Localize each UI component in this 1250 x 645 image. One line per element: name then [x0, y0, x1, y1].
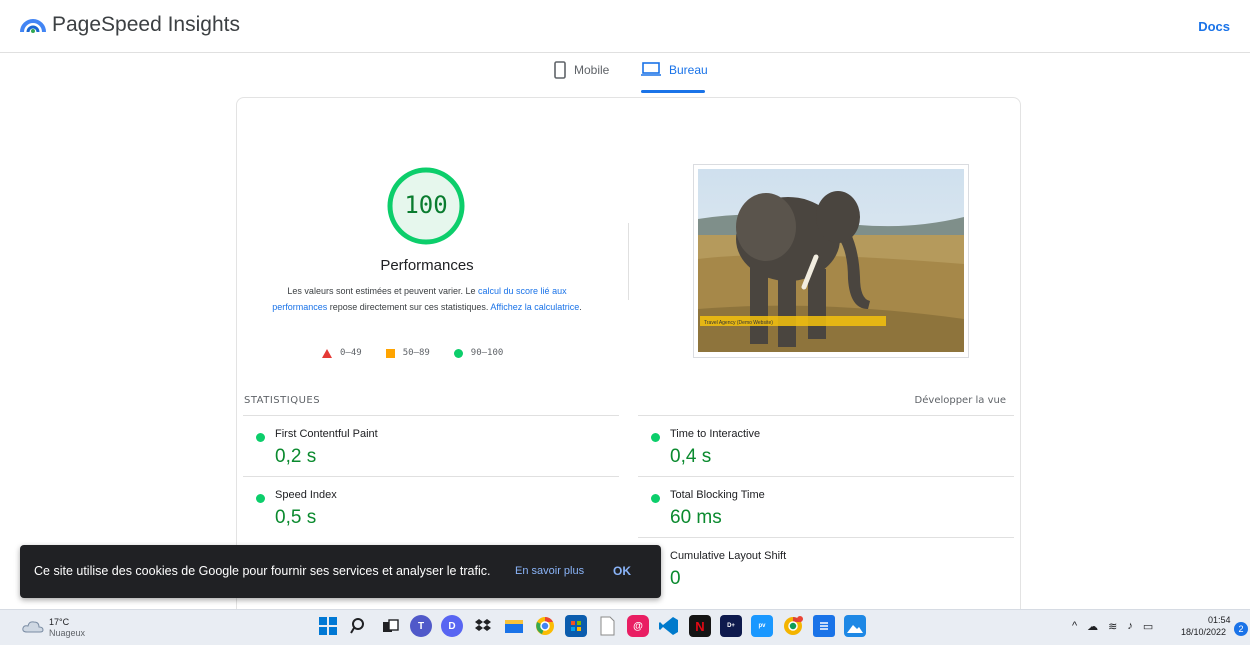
metric-tbt: Total Blocking Time 60 ms [638, 476, 1014, 537]
legend-fail-range: 0–49 [340, 348, 362, 358]
store-icon[interactable] [565, 615, 587, 637]
desc-text-end: . [579, 302, 582, 312]
cookie-banner: Ce site utilise des cookies de Google po… [20, 545, 661, 598]
expand-view-toggle[interactable]: Développer la vue [915, 395, 1006, 406]
wifi-icon[interactable]: ≋ [1108, 620, 1117, 633]
performance-description: Les valeurs sont estimées et peuvent var… [269, 283, 585, 315]
performance-score: 100 [404, 191, 448, 219]
desc-text-2: repose directement sur ces statistiques. [327, 302, 491, 312]
cloud-icon[interactable] [22, 619, 44, 633]
laptop-icon [641, 62, 661, 76]
score-legend: 0–49 50–89 90–100 [322, 348, 503, 358]
taskbar-apps: T D @ N D+ pv [317, 615, 866, 637]
vscode-icon[interactable] [658, 615, 680, 637]
top-bar: PageSpeed Insights Docs [0, 0, 1250, 53]
metric-speed-index: Speed Index 0,5 s [243, 476, 619, 537]
photos-icon[interactable] [844, 615, 866, 637]
battery-icon[interactable]: ▭ [1143, 620, 1153, 633]
desc-text-1: Les valeurs sont estimées et peuvent var… [287, 286, 479, 296]
metric-label: Speed Index [275, 489, 337, 501]
square-icon [385, 348, 395, 358]
search-icon[interactable] [348, 615, 370, 637]
pass-dot-icon [256, 494, 265, 503]
disney-plus-icon[interactable]: D+ [720, 615, 742, 637]
teams-icon[interactable]: T [410, 615, 432, 637]
metric-label: First Contentful Paint [275, 428, 378, 440]
notepad-icon[interactable] [596, 615, 618, 637]
metric-label: Total Blocking Time [670, 489, 765, 501]
file-explorer-icon[interactable] [503, 615, 525, 637]
cookie-ok-button[interactable]: OK [613, 564, 631, 578]
chrome-icon[interactable] [534, 615, 556, 637]
report-card: 100 Performances Les valeurs sont estimé… [236, 97, 1021, 617]
legend-average: 50–89 [385, 348, 430, 358]
volume-icon[interactable]: ♪ [1127, 620, 1133, 633]
page-screenshot: Travel Agency (Demo Website) [693, 164, 969, 358]
app-icon[interactable]: @ [627, 615, 649, 637]
windows-taskbar: 17°C Nuageux T D @ N D+ pv ^ ☁ ≋ ♪ ▭ 01:… [0, 609, 1250, 645]
show-calculator-link[interactable]: Affichez la calculatrice [490, 302, 579, 312]
netflix-icon[interactable]: N [689, 615, 711, 637]
legend-average-range: 50–89 [402, 348, 430, 358]
clock-time[interactable]: 01:54 [1208, 615, 1231, 625]
docs-link[interactable]: Docs [1198, 19, 1230, 34]
triangle-icon [322, 348, 332, 358]
notes-icon[interactable] [813, 615, 835, 637]
legend-fail: 0–49 [322, 348, 362, 358]
metric-cls: Cumulative Layout Shift 0 [638, 537, 1014, 598]
chrome-canary-icon[interactable] [782, 615, 804, 637]
notification-badge[interactable]: 2 [1234, 622, 1248, 636]
tab-mobile[interactable]: Mobile [554, 61, 609, 93]
metric-label: Cumulative Layout Shift [670, 550, 787, 562]
dropbox-icon[interactable] [472, 615, 494, 637]
cookie-text: Ce site utilise des cookies de Google po… [34, 564, 491, 578]
circle-icon [453, 348, 463, 358]
metric-value: 0,4 s [670, 446, 712, 467]
metric-label: Time to Interactive [670, 428, 761, 440]
stats-heading: STATISTIQUES [244, 395, 321, 406]
metric-fcp: First Contentful Paint 0,2 s [243, 415, 619, 476]
cookie-learn-more-link[interactable]: En savoir plus [515, 565, 584, 577]
metric-value: 60 ms [670, 507, 722, 528]
tab-bureau[interactable]: Bureau [641, 61, 708, 93]
screenshot-caption: Travel Agency (Demo Website) [704, 320, 773, 326]
phone-icon [554, 61, 566, 79]
metric-value: 0 [670, 568, 681, 589]
metric-value: 0,2 s [275, 446, 317, 467]
clock-date[interactable]: 18/10/2022 [1181, 627, 1226, 637]
pass-dot-icon [651, 433, 660, 442]
metric-value: 0,5 s [275, 507, 317, 528]
system-tray: ^ ☁ ≋ ♪ ▭ [1072, 620, 1153, 633]
device-tabs: Mobile Bureau [0, 53, 1250, 93]
pass-dot-icon [651, 494, 660, 503]
brand-title[interactable]: PageSpeed Insights [52, 13, 240, 37]
divider [628, 223, 629, 300]
weather-condition[interactable]: Nuageux [49, 628, 85, 638]
pagespeed-logo-icon[interactable] [20, 14, 46, 34]
metric-tti: Time to Interactive 0,4 s [638, 415, 1014, 476]
legend-pass: 90–100 [453, 348, 504, 358]
pass-dot-icon [256, 433, 265, 442]
network-icon[interactable]: ☁ [1087, 620, 1098, 633]
active-tab-indicator [641, 90, 705, 93]
windows-start-icon[interactable] [317, 615, 339, 637]
tab-bureau-label: Bureau [669, 63, 708, 77]
tab-mobile-label: Mobile [574, 63, 610, 77]
legend-pass-range: 90–100 [470, 348, 504, 358]
discord-icon[interactable]: D [441, 615, 463, 637]
task-view-icon[interactable] [379, 615, 401, 637]
prime-video-icon[interactable]: pv [751, 615, 773, 637]
elephant-image: Travel Agency (Demo Website) [698, 169, 964, 352]
weather-temperature[interactable]: 17°C [49, 617, 69, 627]
performance-title: Performances [380, 257, 474, 274]
chevron-up-icon[interactable]: ^ [1072, 620, 1077, 633]
